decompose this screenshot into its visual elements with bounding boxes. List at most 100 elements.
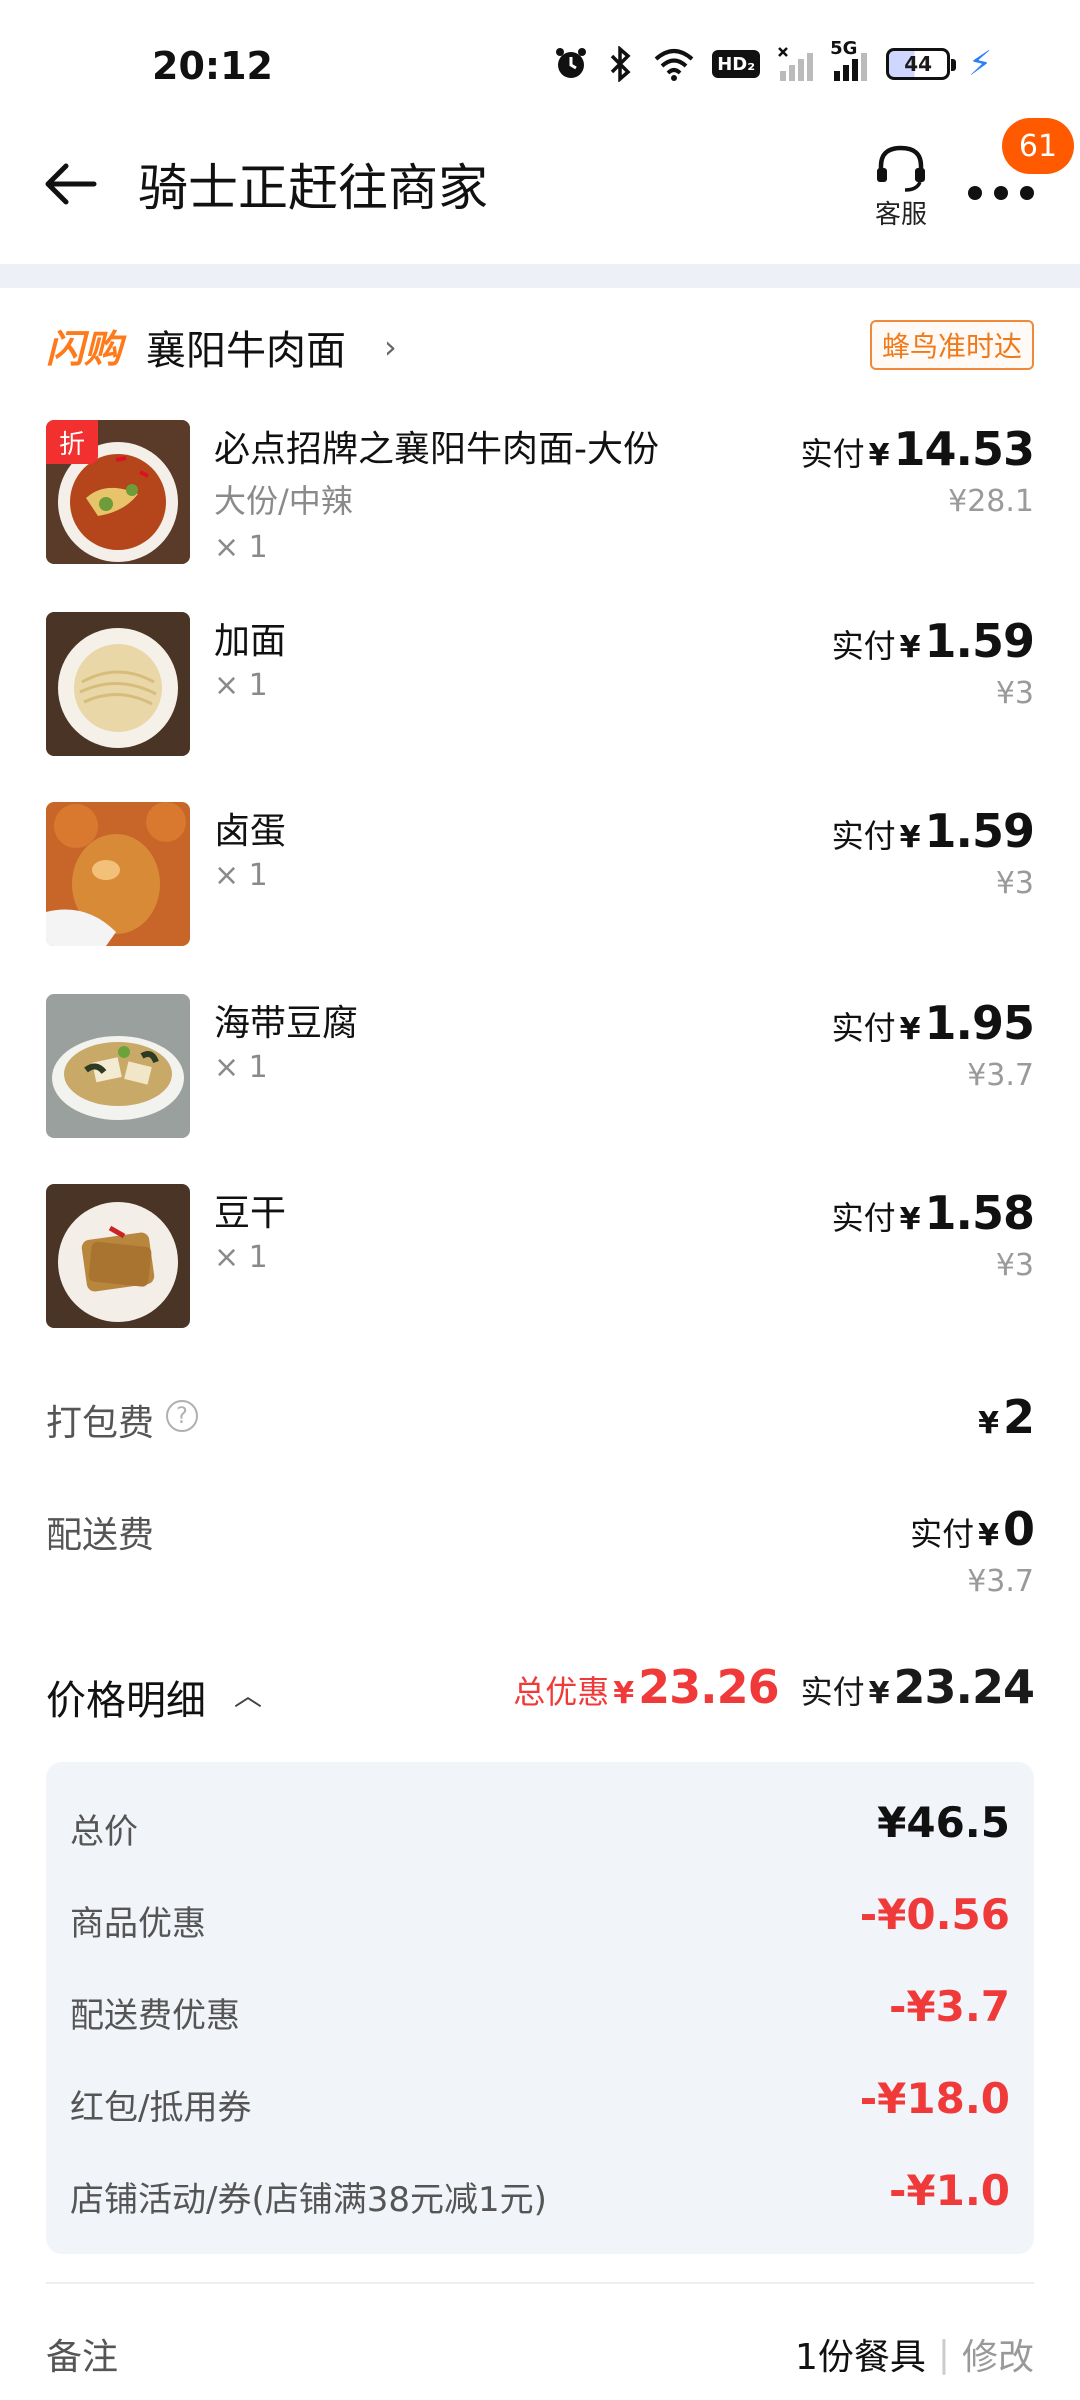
packing-fee-label: 打包费 bbox=[46, 1403, 155, 1444]
pay-label: 实付 bbox=[800, 1673, 865, 1711]
plain-noodles-icon bbox=[46, 612, 190, 756]
currency-symbol: ¥ bbox=[868, 1676, 890, 1711]
wifi-icon bbox=[654, 46, 694, 82]
item-original-price: ¥3 bbox=[995, 1248, 1034, 1283]
help-icon[interactable]: ? bbox=[166, 1400, 198, 1432]
dried-tofu-icon bbox=[46, 1184, 190, 1328]
price-detail-row: 商品优惠 -¥0.56 bbox=[70, 1886, 1010, 1946]
note-row[interactable]: 备注 1份餐具 | 修改 bbox=[0, 2318, 1080, 2388]
item-price: 实付 ¥ 1.58 bbox=[831, 1186, 1035, 1240]
price-detail-label: 红包/抵用券 bbox=[70, 2088, 252, 2128]
item-price-amount: 1.59 bbox=[924, 614, 1035, 668]
pay-label: 实付 bbox=[800, 435, 865, 473]
chevron-up-icon: ︿ bbox=[234, 1679, 263, 1712]
price-detail-header[interactable]: 价格明细 ︿ 总优惠 ¥ 23.26 实付 ¥ 23.24 bbox=[0, 1660, 1080, 1730]
item-qty: × 1 bbox=[214, 1050, 268, 1085]
price-detail-value: -¥3.7 bbox=[888, 1982, 1010, 2031]
note-edit-button[interactable]: 修改 bbox=[962, 2328, 1034, 2380]
item-name: 海带豆腐 bbox=[214, 1003, 359, 1044]
item-original-price: ¥3 bbox=[995, 866, 1034, 901]
item-name: 必点招牌之襄阳牛肉面-大份 bbox=[214, 429, 659, 470]
note-value: 1份餐具 bbox=[794, 2337, 926, 2378]
item-price: 实付 ¥ 1.59 bbox=[831, 614, 1035, 668]
order-item[interactable]: 折 必点招牌之襄阳牛肉面-大份 大份/中辣 × 1 实付 ¥ 14.53 ¥28… bbox=[0, 420, 1080, 570]
more-dot-icon bbox=[994, 186, 1008, 200]
pay-label: 实付 bbox=[831, 627, 896, 665]
headset-icon bbox=[877, 145, 925, 192]
section-divider bbox=[0, 264, 1080, 288]
order-item[interactable]: 海带豆腐 × 1 实付 ¥ 1.95 ¥3.7 bbox=[0, 994, 1080, 1144]
more-dot-icon bbox=[1020, 186, 1034, 200]
currency-symbol: ¥ bbox=[978, 1406, 999, 1441]
item-qty: × 1 bbox=[214, 668, 268, 703]
item-name: 卤蛋 bbox=[214, 811, 287, 852]
item-original-price: ¥28.1 bbox=[948, 484, 1034, 519]
pay-label: 实付 bbox=[831, 1199, 896, 1237]
battery-level: 44 bbox=[904, 52, 933, 76]
battery-icon: 44 bbox=[886, 48, 957, 80]
item-price-amount: 1.58 bbox=[924, 1186, 1035, 1240]
order-item[interactable]: 加面 × 1 实付 ¥ 1.59 ¥3 bbox=[0, 612, 1080, 762]
price-detail-value: -¥18.0 bbox=[859, 2074, 1010, 2123]
item-spec: 大份/中辣 bbox=[214, 482, 353, 520]
pay-label: 实付 bbox=[910, 1515, 975, 1553]
delivery-fee-label: 配送费 bbox=[46, 1515, 155, 1556]
customer-service-label: 客服 bbox=[874, 200, 927, 230]
packing-fee-amount: ¥ 2 bbox=[978, 1390, 1035, 1444]
item-original-price: ¥3 bbox=[995, 676, 1034, 711]
order-item[interactable]: 豆干 × 1 实付 ¥ 1.58 ¥3 bbox=[0, 1184, 1080, 1334]
item-name: 豆干 bbox=[214, 1193, 287, 1234]
price-detail-label: 店铺活动/券(店铺满38元减1元) bbox=[70, 2180, 547, 2220]
notification-badge: 61 bbox=[1002, 118, 1074, 174]
order-item[interactable]: 卤蛋 × 1 实付 ¥ 1.59 ¥3 bbox=[0, 802, 1080, 952]
flash-buy-logo: 闪购 bbox=[46, 327, 123, 371]
currency-symbol: ¥ bbox=[899, 630, 921, 665]
price-detail-row: 红包/抵用券 -¥18.0 bbox=[70, 2070, 1010, 2130]
signal-sim2-icon: 5G bbox=[830, 38, 868, 82]
price-summary: 总优惠 ¥ 23.26 实付 ¥ 23.24 bbox=[513, 1660, 1035, 1714]
more-dot-icon bbox=[968, 186, 982, 200]
price-detail-value: ¥46.5 bbox=[877, 1798, 1010, 1847]
network-type: 5G bbox=[830, 38, 858, 59]
note-separator: | bbox=[937, 2333, 950, 2375]
price-detail-row: 配送费优惠 -¥3.7 bbox=[70, 1978, 1010, 2038]
item-qty: × 1 bbox=[214, 1240, 268, 1275]
note-label: 备注 bbox=[46, 2337, 119, 2378]
status-icons: HD₂ 5G 44 ⚡ bbox=[554, 38, 992, 84]
price-detail-title: 价格明细 bbox=[46, 1678, 206, 1724]
beef-noodle-bowl-icon: 折 bbox=[46, 420, 190, 564]
note-value-group: 1份餐具 | 修改 bbox=[795, 2328, 1034, 2380]
currency-symbol: ¥ bbox=[899, 820, 921, 855]
delivery-fee-amount: 实付 ¥ 0 bbox=[910, 1502, 1035, 1556]
item-price-amount: 1.59 bbox=[924, 804, 1035, 858]
store-name[interactable]: 襄阳牛肉面 bbox=[146, 318, 346, 376]
pay-label: 实付 bbox=[831, 817, 896, 855]
price-detail-box: 总价 ¥46.5 商品优惠 -¥0.56 配送费优惠 -¥3.7 红包/抵用券 … bbox=[46, 1762, 1034, 2254]
signal-sim1-icon bbox=[778, 46, 814, 82]
discount-tag: 折 bbox=[46, 420, 98, 464]
total-discount-amount: 23.26 bbox=[638, 1660, 780, 1714]
braised-egg-icon bbox=[46, 802, 190, 946]
item-price-amount: 14.53 bbox=[893, 422, 1035, 476]
item-price: 实付 ¥ 1.59 bbox=[831, 804, 1035, 858]
back-button[interactable] bbox=[40, 154, 100, 214]
delivery-fee-row: 配送费 实付 ¥ 0 ¥3.7 bbox=[0, 1500, 1080, 1600]
kelp-tofu-soup-icon bbox=[46, 994, 190, 1138]
price-detail-row: 店铺活动/券(店铺满38元减1元) -¥1.0 bbox=[70, 2162, 1010, 2222]
store-row[interactable]: 闪购 襄阳牛肉面 › 蜂鸟准时达 bbox=[0, 304, 1080, 384]
hd-voice-icon: HD₂ bbox=[712, 50, 761, 78]
delivery-fee-value: 0 bbox=[1002, 1502, 1035, 1556]
status-bar: 20:12 HD₂ 5G 44 ⚡ bbox=[0, 0, 1080, 140]
currency-symbol: ¥ bbox=[899, 1012, 921, 1047]
item-qty: × 1 bbox=[214, 858, 268, 893]
packing-fee-row: 打包费 ? ¥ 2 bbox=[0, 1388, 1080, 1488]
customer-service-button[interactable]: 客服 bbox=[866, 142, 936, 231]
delivery-fee-original: ¥3.7 bbox=[967, 1564, 1034, 1599]
header: 骑士正赶往商家 客服 bbox=[0, 130, 1080, 260]
pay-label: 实付 bbox=[831, 1009, 896, 1047]
more-options-button[interactable] bbox=[966, 170, 1036, 210]
bluetooth-icon bbox=[606, 46, 636, 82]
price-detail-value: -¥1.0 bbox=[888, 2166, 1010, 2215]
item-price: 实付 ¥ 1.95 bbox=[831, 996, 1035, 1050]
price-detail-value: -¥0.56 bbox=[859, 1890, 1010, 1939]
